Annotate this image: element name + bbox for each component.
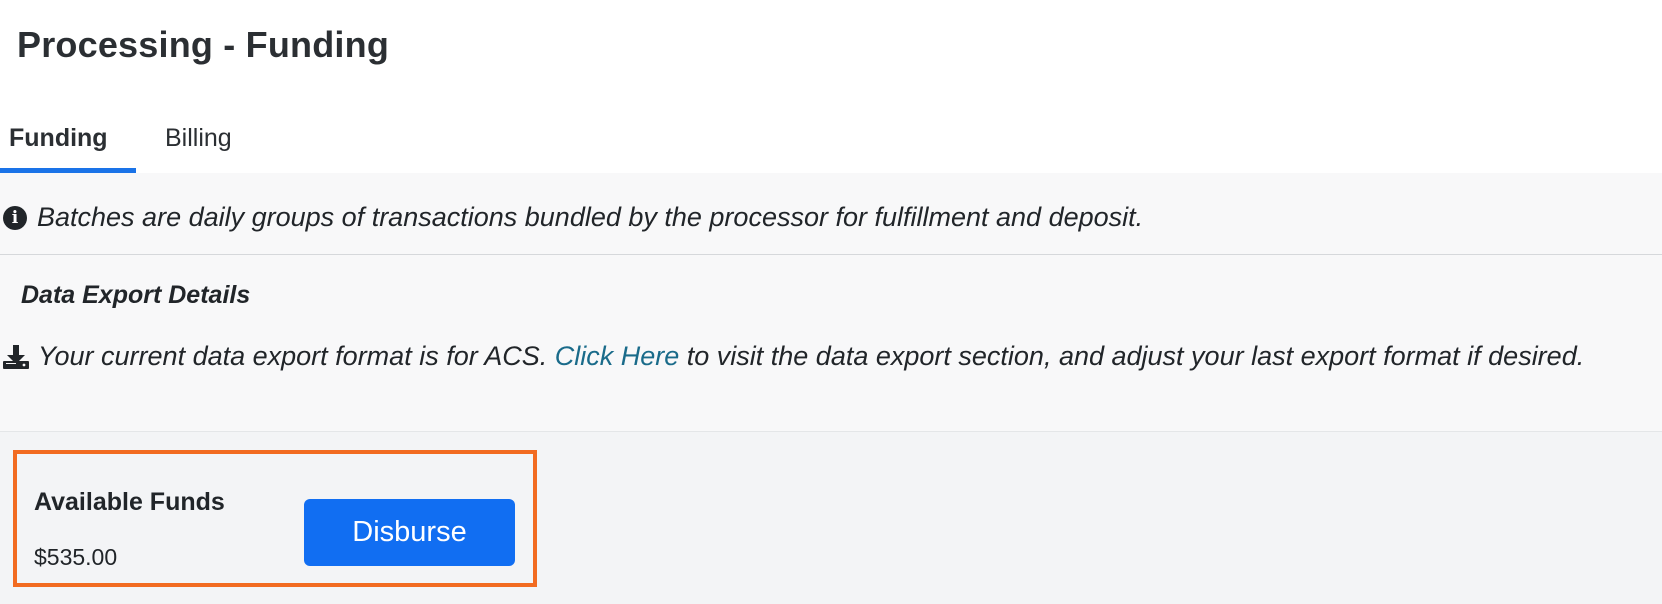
funds-amount: $535.00 (34, 544, 118, 570)
export-text-after: to visit the data export section, and ad… (679, 341, 1585, 371)
export-text: Your current data export format is for A… (38, 341, 1584, 372)
funds-section: Available Funds $535.00 Disburse (0, 432, 1662, 604)
divider (0, 254, 1662, 255)
download-icon (3, 344, 29, 369)
tab-bar: Funding Billing (0, 112, 1662, 173)
funds-label: Available Funds (34, 488, 225, 516)
page: Processing - Funding Funding Billing i B… (0, 0, 1662, 604)
info-text: Batches are daily groups of transactions… (37, 202, 1144, 232)
disburse-button[interactable]: Disburse (304, 499, 515, 566)
tab-billing[interactable]: Billing (165, 112, 232, 173)
info-panel: i Batches are daily groups of transactio… (0, 173, 1662, 432)
export-heading: Data Export Details (21, 281, 251, 309)
info-circle-icon: i (3, 205, 27, 230)
available-funds-card: Available Funds $535.00 Disburse (13, 450, 537, 587)
export-message: Your current data export format is for A… (0, 341, 1584, 372)
info-message: i Batches are daily groups of transactio… (0, 202, 1143, 233)
tab-funding[interactable]: Funding (0, 112, 136, 173)
export-text-before: Your current data export format is for A… (38, 341, 555, 371)
page-title: Processing - Funding (17, 24, 390, 65)
export-link[interactable]: Click Here (555, 341, 680, 371)
